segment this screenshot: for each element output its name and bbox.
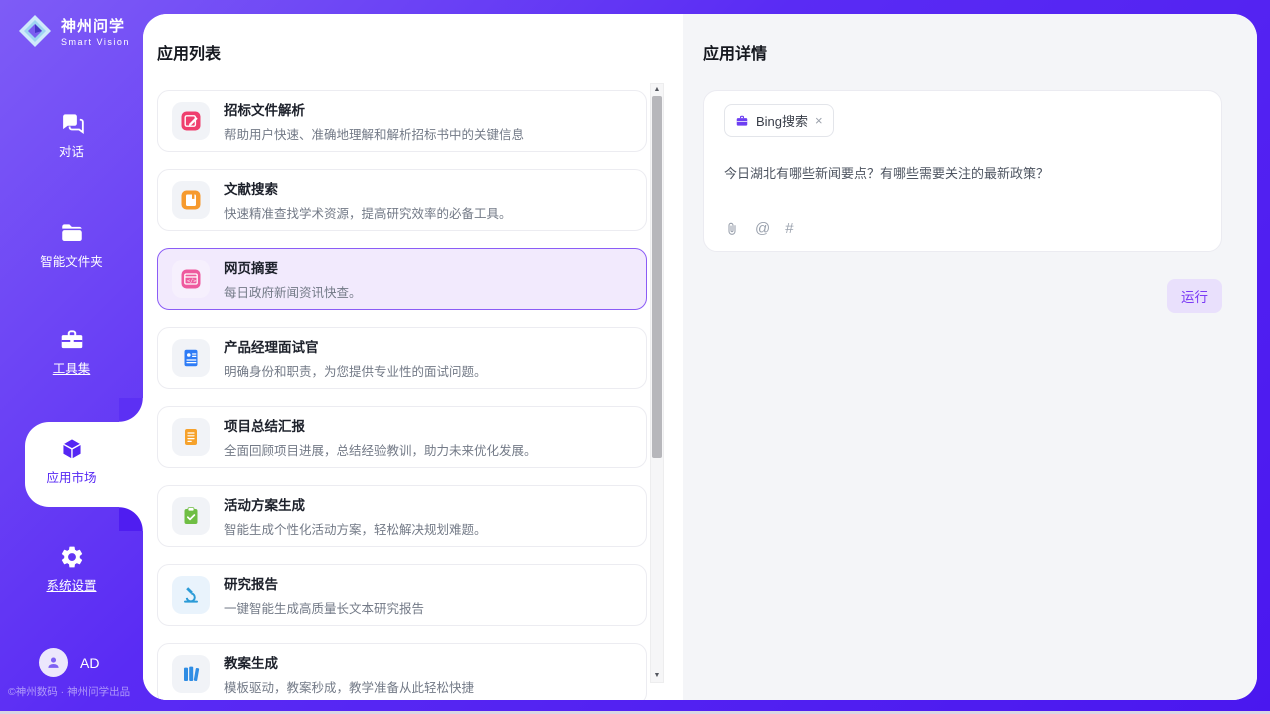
toolbox-icon	[59, 327, 85, 353]
app-title: 研究报告	[224, 573, 424, 593]
app-title: 活动方案生成	[224, 494, 487, 514]
gear-icon	[59, 544, 85, 570]
diamond-logo-icon	[16, 12, 54, 50]
resume-icon	[172, 339, 210, 377]
app-description: 快速精准查找学术资源，提高研究效率的必备工具。	[224, 203, 512, 222]
book-icon	[172, 181, 210, 219]
app-title: 文献搜索	[224, 178, 512, 198]
app-card-list: 招标文件解析 帮助用户快速、准确地理解和解析招标书中的关键信息 文献搜索	[157, 90, 647, 700]
scrollbar-thumb[interactable]	[652, 96, 662, 458]
app-description: 模板驱动，教案秒成，教学准备从此轻松快捷	[224, 677, 474, 696]
sidebar-item-chat[interactable]: 对话	[0, 110, 143, 160]
list-scrollbar[interactable]: ▲ ▼	[650, 83, 664, 683]
report-doc-icon	[172, 418, 210, 456]
app-title: 招标文件解析	[224, 99, 524, 119]
run-button[interactable]: 运行	[1167, 279, 1222, 313]
cube-icon	[59, 436, 85, 462]
sidebar-item-app-market[interactable]: 应用市场	[0, 436, 143, 486]
close-icon[interactable]: ×	[815, 114, 823, 127]
mention-icon[interactable]: @	[755, 220, 770, 237]
prompt-card: Bing搜索 × 今日湖北有哪些新闻要点？有哪些需要关注的最新政策？ @ #	[703, 90, 1222, 252]
app-card-event-plan[interactable]: 活动方案生成 智能生成个性化活动方案，轻松解决规划难题。	[157, 485, 647, 547]
app-description: 明确身份和职责，为您提供专业性的面试问题。	[224, 361, 487, 380]
app-card-web-summary[interactable]: </> 网页摘要 每日政府新闻资讯快查。	[157, 248, 647, 310]
app-card-project-summary[interactable]: 项目总结汇报 全面回顾项目进展，总结经验教训，助力未来优化发展。	[157, 406, 647, 468]
app-card-lesson-plan[interactable]: 教案生成 模板驱动，教案秒成，教学准备从此轻松快捷	[157, 643, 647, 700]
app-card-literature-search[interactable]: 文献搜索 快速精准查找学术资源，提高研究效率的必备工具。	[157, 169, 647, 231]
app-title: 项目总结汇报	[224, 415, 537, 435]
app-description: 全面回顾项目进展，总结经验教训，助力未来优化发展。	[224, 440, 537, 459]
scroll-down-arrow-icon[interactable]: ▼	[651, 670, 663, 682]
app-description: 帮助用户快速、准确地理解和解析招标书中的关键信息	[224, 124, 524, 143]
app-description: 每日政府新闻资讯快查。	[224, 282, 362, 301]
sidebar-item-label: 工具集	[0, 358, 143, 377]
sidebar-item-toolset[interactable]: 工具集	[0, 327, 143, 377]
app-card-research-report[interactable]: 研究报告 一键智能生成高质量长文本研究报告	[157, 564, 647, 626]
app-detail-panel: 应用详情 Bing搜索 × 今日湖北有哪些新闻要点？有哪些需要关注的最新政策？	[683, 14, 1257, 700]
tool-chip-label: Bing搜索	[756, 111, 808, 130]
scroll-up-arrow-icon[interactable]: ▲	[651, 84, 663, 96]
app-description: 智能生成个性化活动方案，轻松解决规划难题。	[224, 519, 487, 538]
main-content: 应用列表 招标文件解析 帮助用户快速、准确地理解和解析招标书中的关键信息	[143, 14, 1257, 700]
sidebar-item-label: 智能文件夹	[0, 251, 143, 270]
sidebar-item-smart-folder[interactable]: 智能文件夹	[0, 220, 143, 270]
person-icon	[45, 654, 62, 671]
avatar	[39, 648, 68, 677]
clipboard-check-icon	[172, 497, 210, 535]
user-account[interactable]: AD	[39, 648, 99, 677]
copyright-footer: ©神州数码 · 神州问学出品	[8, 684, 130, 699]
tool-chip-bing-search[interactable]: Bing搜索 ×	[724, 104, 834, 137]
blob-corner-bottom	[119, 507, 143, 531]
sidebar-item-label: 应用市场	[0, 467, 143, 486]
brand-tagline: Smart Vision	[61, 37, 130, 47]
brand-name: 神州问学	[61, 15, 130, 36]
app-title: 网页摘要	[224, 257, 362, 277]
attachment-icon[interactable]	[724, 221, 740, 237]
books-icon	[172, 655, 210, 693]
pen-document-icon	[172, 102, 210, 140]
microscope-icon	[172, 576, 210, 614]
query-text[interactable]: 今日湖北有哪些新闻要点？有哪些需要关注的最新政策？	[724, 163, 1201, 182]
sidebar-item-settings[interactable]: 系统设置	[0, 544, 143, 594]
run-row: 运行	[703, 252, 1222, 313]
input-toolbar: @ #	[724, 220, 1201, 237]
app-description: 一键智能生成高质量长文本研究报告	[224, 598, 424, 617]
app-list-title: 应用列表	[157, 40, 683, 64]
sidebar-item-label: 对话	[0, 141, 143, 160]
app-detail-title: 应用详情	[703, 40, 1257, 64]
app-card-bid-parsing[interactable]: 招标文件解析 帮助用户快速、准确地理解和解析招标书中的关键信息	[157, 90, 647, 152]
user-name: AD	[80, 655, 99, 671]
brand-logo: 神州问学 Smart Vision	[16, 12, 130, 50]
app-card-pm-interviewer[interactable]: 产品经理面试官 明确身份和职责，为您提供专业性的面试问题。	[157, 327, 647, 389]
sidebar-item-label: 系统设置	[0, 575, 143, 594]
hash-icon[interactable]: #	[785, 220, 792, 237]
app-title: 产品经理面试官	[224, 336, 487, 356]
svg-text:</>: </>	[187, 279, 196, 285]
app-title: 教案生成	[224, 652, 474, 672]
browser-code-icon: </>	[172, 260, 210, 298]
sidebar: 神州问学 Smart Vision 对话 智能文件夹	[0, 0, 143, 711]
briefcase-icon	[735, 114, 749, 128]
chat-icon	[59, 110, 85, 136]
folder-icon	[59, 220, 85, 246]
app-window: 神州问学 Smart Vision 对话 智能文件夹	[0, 0, 1270, 714]
app-list-panel: 应用列表 招标文件解析 帮助用户快速、准确地理解和解析招标书中的关键信息	[143, 14, 683, 700]
blob-corner-top	[119, 398, 143, 422]
